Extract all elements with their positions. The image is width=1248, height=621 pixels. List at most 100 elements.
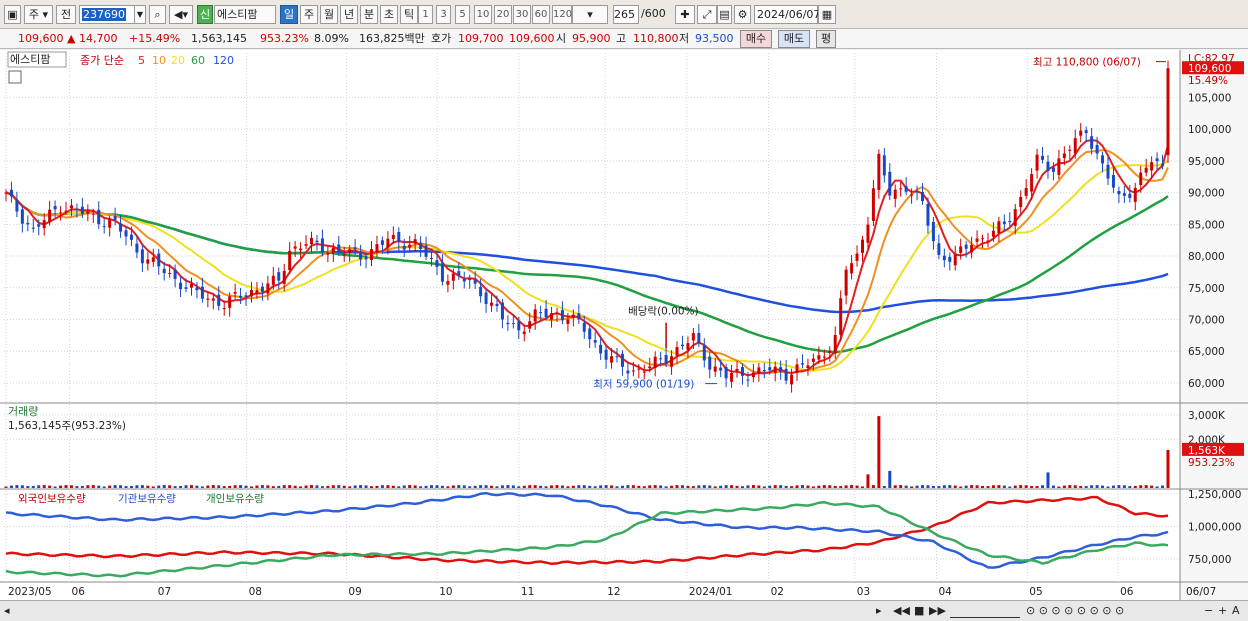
candle-body-185	[1013, 209, 1017, 226]
candle-body-37	[206, 298, 210, 300]
interval-10[interactable]: 10	[474, 5, 492, 24]
candle-body-142	[779, 367, 783, 372]
candle-body-202	[1106, 164, 1110, 179]
tab-1[interactable]: 주	[300, 5, 318, 24]
count-input[interactable]: 265	[613, 5, 639, 24]
volume-bar-136	[746, 485, 750, 488]
tab-3[interactable]: 년	[340, 5, 358, 24]
volume-bar-47	[260, 485, 264, 488]
scroll-right-icon[interactable]: ▸	[876, 604, 882, 618]
sell-button[interactable]: 매도	[778, 30, 810, 48]
volume-bar-49	[271, 486, 275, 488]
volume-bar-57	[315, 485, 319, 488]
candle-body-134	[735, 368, 739, 372]
stock-chart[interactable]: 2023/05 06 07 08 09 10 11 12 2024/01 02 03 04 05 06 06…	[0, 50, 1248, 600]
window-icon[interactable]: ▣	[4, 5, 21, 24]
line-tool-icon[interactable]: ⤢	[697, 5, 717, 24]
candle-body-34	[189, 283, 193, 288]
candle-body-182	[997, 221, 1001, 234]
candle-body-38	[211, 298, 215, 301]
tab-2[interactable]: 월	[320, 5, 338, 24]
volume-bar-68	[375, 485, 379, 488]
tab-5[interactable]: 초	[380, 5, 398, 24]
volume-bar-126	[691, 486, 695, 488]
zoom-icons[interactable]: ⊙ ⊙ ⊙ ⊙ ⊙ ⊙ ⊙ ⊙	[1026, 604, 1124, 618]
interval-3[interactable]: 3	[436, 5, 451, 24]
candle-body-203	[1111, 175, 1115, 188]
volume-bar-14	[80, 486, 84, 488]
volume-bar-94	[517, 486, 521, 488]
font-size-icon[interactable]: A	[1232, 604, 1240, 618]
volume-bar-85	[468, 486, 472, 488]
volume-bar-99	[544, 486, 548, 488]
stop-icon[interactable]: ■	[914, 604, 924, 618]
zoom-slider[interactable]	[950, 604, 1020, 618]
buy-button[interactable]: 매수	[740, 30, 772, 48]
volume-bar-185	[1013, 485, 1017, 488]
interval-60[interactable]: 60	[532, 5, 550, 24]
first-page-icon[interactable]: ◀◀	[893, 604, 910, 618]
last-page-icon[interactable]: ▶▶	[929, 604, 946, 618]
save-icon[interactable]: ▤	[717, 5, 732, 24]
candle-body-14	[80, 206, 84, 215]
candle-body-131	[719, 367, 723, 371]
candle-body-191	[1046, 161, 1050, 172]
volume-bar-193	[1057, 486, 1061, 488]
volume-bar-97	[533, 485, 537, 488]
crosshair-icon[interactable]: ✚	[675, 5, 695, 24]
zoom-out-icon[interactable]: −	[1204, 604, 1213, 618]
zoom-in-icon[interactable]: +	[1218, 604, 1227, 618]
chevron-down-icon[interactable]: ▼	[134, 5, 146, 24]
candle-body-105	[577, 313, 581, 320]
candle-body-42	[233, 292, 237, 294]
volume-bar-131	[719, 485, 723, 488]
evaluate-button[interactable]: 평	[816, 30, 836, 48]
candle-body-106	[582, 322, 586, 332]
volume-bar-165	[904, 485, 908, 488]
tab-6[interactable]: 틱	[400, 5, 418, 24]
market-select[interactable]: 주 ▾	[24, 5, 53, 24]
period-type-button[interactable]: 전	[56, 5, 76, 24]
interval-30[interactable]: 30	[513, 5, 531, 24]
candle-body-3	[20, 209, 24, 224]
legend-ma-5: 5	[138, 54, 145, 67]
last-price-text: 109,600	[1188, 63, 1231, 75]
volume-bar-67	[370, 486, 374, 488]
volume-bar-157	[860, 486, 864, 488]
interval-20[interactable]: 20	[494, 5, 512, 24]
date-input[interactable]: 2024/06/07	[754, 5, 820, 24]
stock-name[interactable]: 에스티팜	[214, 5, 276, 24]
tab-4[interactable]: 분	[360, 5, 378, 24]
volume-bar-77	[424, 485, 428, 488]
volume-bar-188	[1030, 486, 1034, 488]
speaker-icon[interactable]: ◀▾	[169, 5, 193, 24]
candle-body-113	[620, 353, 624, 367]
candle-body-204	[1117, 190, 1121, 195]
candle-body-127	[697, 332, 701, 343]
calendar-icon[interactable]: ▦	[818, 5, 836, 24]
candle-body-104	[571, 314, 575, 318]
search-icon[interactable]: ⌕	[149, 5, 166, 24]
chart-scrollbar[interactable]: ◂ ▸ ◀◀ ■ ▶▶ ⊙ ⊙ ⊙ ⊙ ⊙ ⊙ ⊙ ⊙ − + A	[0, 600, 1248, 621]
x-tick-last: 06/07	[1186, 586, 1216, 598]
volume-bar-56	[310, 485, 314, 488]
interval-120[interactable]: 120	[552, 5, 572, 24]
interval-1[interactable]: 1	[418, 5, 433, 24]
volume-bar-26	[146, 485, 150, 488]
volume-bar-63	[348, 486, 352, 488]
candle-body-157	[860, 239, 864, 253]
candle-body-35	[195, 287, 199, 291]
candle-body-116	[637, 368, 641, 370]
bid-label: 호가	[431, 32, 452, 45]
interval-dropdown[interactable]: ▾	[572, 5, 608, 24]
gear-icon[interactable]: ⚙	[734, 5, 751, 24]
candle-body-140	[768, 367, 772, 371]
volume-bar-204	[1117, 485, 1121, 488]
volume-bar-200	[1095, 485, 1099, 488]
candle-body-101	[555, 313, 559, 315]
volume-bar-212	[1161, 485, 1165, 488]
scroll-left-icon[interactable]: ◂	[4, 604, 10, 618]
tab-0[interactable]: 일	[280, 5, 298, 24]
interval-5[interactable]: 5	[455, 5, 470, 24]
candle-body-173	[948, 256, 952, 262]
